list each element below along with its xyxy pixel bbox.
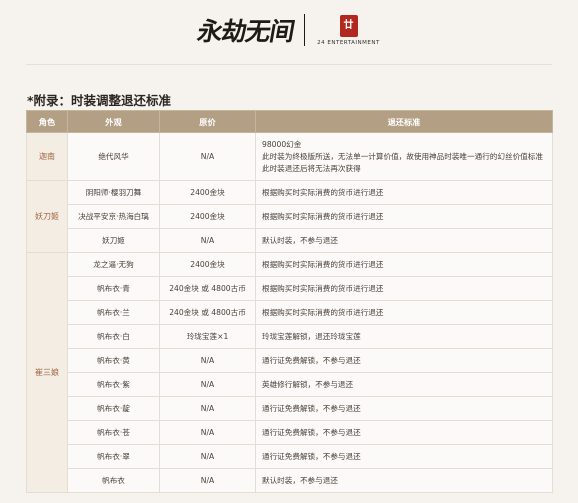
appearance-cell: 阴阳师·樱羽刀舞 bbox=[67, 180, 160, 205]
appearance-cell: 帆布衣·紫 bbox=[67, 372, 160, 397]
refund-standard-cell: 默认时装，不参与退还 bbox=[255, 468, 553, 493]
price-cell: 2400金块 bbox=[159, 252, 256, 277]
appearance-cell: 帆布衣·苍 bbox=[67, 420, 160, 445]
column-header-role: 角色 bbox=[26, 110, 68, 133]
table-row: 帆布衣·兰 240金块 或 4800古币 根据购买时实际消费的货币进行退还 bbox=[27, 300, 553, 325]
refund-standard-cell: 玲珑宝莲解锁，退还玲珑宝莲 bbox=[255, 324, 553, 349]
appearance-cell: 帆布衣·青 bbox=[67, 276, 160, 301]
table-row: 帆布衣·靛 N/A 通行证免费解锁，不参与退还 bbox=[27, 396, 553, 421]
refund-standard-text: 根据购买时实际消费的货币进行退还 bbox=[262, 307, 384, 317]
refund-standard-cell: 通行证免费解锁，不参与退还 bbox=[255, 348, 553, 373]
refund-standard-text: 根据购买时实际消费的货币进行退还 bbox=[262, 187, 384, 197]
table-row: 帆布衣·黄 N/A 通行证免费解锁，不参与退还 bbox=[27, 348, 553, 373]
table-row: 帆布衣·白 玲珑宝莲×1 玲珑宝莲解锁，退还玲珑宝莲 bbox=[27, 324, 553, 349]
refund-standard-cell: 根据购买时实际消费的货币进行退还 bbox=[255, 204, 553, 229]
refund-standard-text: 此时装退还后将无法再次获得 bbox=[262, 163, 361, 173]
price-cell: N/A bbox=[159, 228, 256, 253]
appearance-cell: 帆布衣·翠 bbox=[67, 444, 160, 469]
refund-standard-text: 通行证免费解锁，不参与退还 bbox=[262, 451, 361, 461]
table-row: 决战平安京·热海白璃 2400金块 根据购买时实际消费的货币进行退还 bbox=[27, 204, 553, 229]
refund-standard-text: 根据购买时实际消费的货币进行退还 bbox=[262, 259, 384, 269]
refund-standard-text: 根据购买时实际消费的货币进行退还 bbox=[262, 211, 384, 221]
table-row: 帆布衣 N/A 默认时装，不参与退还 bbox=[27, 468, 553, 493]
refund-standard-cell: 英雄修行解锁，不参与退还 bbox=[255, 372, 553, 397]
refund-standard-cell: 默认时装，不参与退还 bbox=[255, 228, 553, 253]
refund-standard-cell: 98000幻金此时装为终极版所送，无法单一计算价值，故使用神品时装唯一通行的幻丝… bbox=[255, 132, 553, 181]
table-row: 帆布衣·翠 N/A 通行证免费解锁，不参与退还 bbox=[27, 444, 553, 469]
refund-standard-text: 通行证免费解锁，不参与退还 bbox=[262, 403, 361, 413]
company-logo: 廿 24 ENTERTAINMENT bbox=[317, 14, 380, 46]
table-row: 帆布衣·青 240金块 或 4800古币 根据购买时实际消费的货币进行退还 bbox=[27, 276, 553, 301]
column-header-appearance: 外观 bbox=[67, 110, 160, 133]
role-cell: 妖刀姬 bbox=[26, 180, 68, 253]
table-header-row: 角色 外观 原价 退还标准 bbox=[26, 110, 553, 133]
price-cell: N/A bbox=[159, 132, 256, 181]
refund-standard-text: 玲珑宝莲解锁，退还玲珑宝莲 bbox=[262, 331, 361, 341]
refund-standard-cell: 通行证免费解锁，不参与退还 bbox=[255, 444, 553, 469]
refund-standard-text: 根据购买时实际消费的货币进行退还 bbox=[262, 283, 384, 293]
refund-standard-text: 通行证免费解锁，不参与退还 bbox=[262, 427, 361, 437]
price-cell: N/A bbox=[159, 444, 256, 469]
refund-standard-text: 默认时装，不参与退还 bbox=[262, 235, 338, 245]
table-row: 妖刀姬 阴阳师·樱羽刀舞 2400金块 根据购买时实际消费的货币进行退还 bbox=[26, 180, 553, 253]
appearance-cell: 绝代风华 bbox=[67, 132, 160, 181]
table-body: 迦南 绝代风华 N/A 98000幻金 此时装为终极版所送，无法单一计算价值，故使用神品… bbox=[26, 132, 553, 493]
appearance-cell: 帆布衣·白 bbox=[67, 324, 160, 349]
refund-standard-cell: 通行证免费解锁，不参与退还 bbox=[255, 396, 553, 421]
price-cell: N/A bbox=[159, 420, 256, 445]
price-cell: N/A bbox=[159, 372, 256, 397]
table-row: 帆布衣·紫 N/A 英雄修行解锁，不参与退还 bbox=[27, 372, 553, 397]
refund-standard-cell: 根据购买时实际消费的货币进行退还 bbox=[255, 276, 553, 301]
price-cell: 240金块 或 4800古币 bbox=[159, 300, 256, 325]
role-cell: 崔三娘 bbox=[26, 252, 68, 493]
price-cell: N/A bbox=[159, 348, 256, 373]
price-cell: 2400金块 bbox=[159, 204, 256, 229]
refund-standard-text: 默认时装，不参与退还 bbox=[262, 475, 338, 485]
appearance-cell: 帆布衣 bbox=[67, 468, 160, 493]
refund-standard-text: 此时装为终极版所送，无法单一计算价值，故使用神品时装唯一通行的幻丝价值标准 bbox=[262, 151, 543, 161]
appearance-cell: 妖刀姬 bbox=[67, 228, 160, 253]
table-row: 妖刀姬 N/A 默认时装，不参与退还 bbox=[27, 228, 553, 253]
refund-table: 角色 外观 原价 退还标准 迦南 绝代风华 N/A 98000幻金 此时装为终极版所送，… bbox=[26, 110, 553, 493]
appearance-cell: 帆布衣·兰 bbox=[67, 300, 160, 325]
refund-standard-cell: 根据购买时实际消费的货币进行退还 bbox=[255, 180, 553, 205]
page-header: 永劫无间 廿 24 ENTERTAINMENT bbox=[0, 0, 578, 60]
seal-icon: 廿 bbox=[339, 14, 358, 37]
table-row: 帆布衣·苍 N/A 通行证免费解锁，不参与退还 bbox=[27, 420, 553, 445]
price-cell: N/A bbox=[159, 396, 256, 421]
refund-standard-text: 98000幻金 bbox=[262, 139, 302, 149]
company-name: 24 ENTERTAINMENT bbox=[317, 39, 380, 46]
table-row: 迦南 绝代风华 N/A 98000幻金 此时装为终极版所送，无法单一计算价值，故使用神品… bbox=[26, 132, 553, 181]
game-logo: 永劫无间 bbox=[195, 17, 297, 46]
appearance-cell: 帆布衣·黄 bbox=[67, 348, 160, 373]
appearance-cell: 帆布衣·靛 bbox=[67, 396, 160, 421]
price-cell: N/A bbox=[159, 468, 256, 493]
column-header-refund-standard: 退还标准 bbox=[255, 110, 553, 133]
price-cell: 2400金块 bbox=[159, 180, 256, 205]
price-cell: 240金块 或 4800古币 bbox=[159, 276, 256, 301]
appearance-cell: 龙之逼·无狗 bbox=[67, 252, 160, 277]
appearance-cell: 决战平安京·热海白璃 bbox=[67, 204, 160, 229]
section-title: *附录：时装调整退还标准 bbox=[27, 93, 172, 108]
refund-standard-cell: 根据购买时实际消费的货币进行退还 bbox=[255, 252, 553, 277]
column-header-price: 原价 bbox=[159, 110, 256, 133]
header-divider bbox=[26, 64, 552, 65]
refund-standard-text: 通行证免费解锁，不参与退还 bbox=[262, 355, 361, 365]
logo-divider bbox=[304, 14, 306, 46]
table-row: 崔三娘 龙之逼·无狗 2400金块 根据购买时实际消费的货币进行退还 bbox=[26, 252, 553, 493]
refund-standard-cell: 根据购买时实际消费的货币进行退还 bbox=[255, 300, 553, 325]
price-cell: 玲珑宝莲×1 bbox=[159, 324, 256, 349]
role-cell: 迦南 bbox=[26, 132, 68, 181]
refund-standard-text: 英雄修行解锁，不参与退还 bbox=[262, 379, 354, 389]
refund-standard-cell: 通行证免费解锁，不参与退还 bbox=[255, 420, 553, 445]
